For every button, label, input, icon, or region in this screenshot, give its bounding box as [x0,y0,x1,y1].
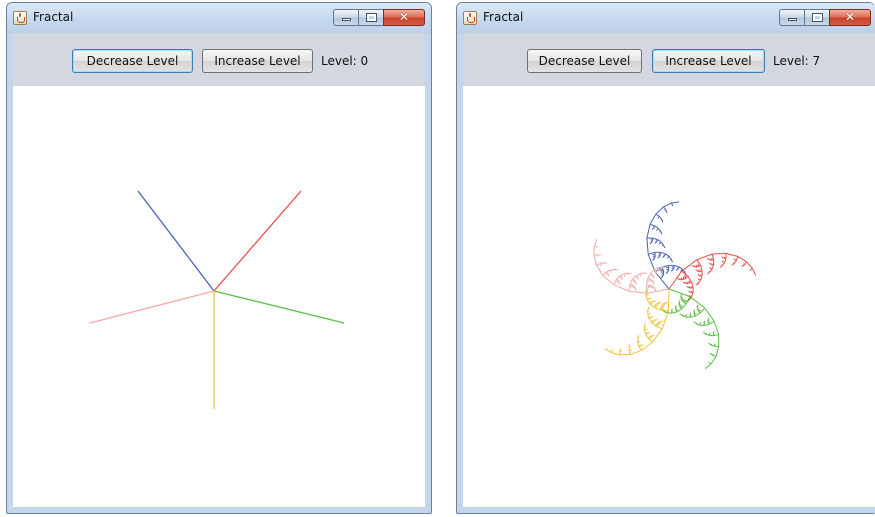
fractal-drawing [89,190,345,409]
fractal-canvas [13,86,425,507]
close-button[interactable]: ✕ [829,9,871,26]
minimize-button[interactable] [333,9,359,26]
level-label: Level: 7 [773,54,821,68]
fractal-branch-2 [213,190,302,292]
maximize-button[interactable] [358,9,384,26]
java-cup-icon [463,11,477,25]
fractal-branch-3 [661,288,720,370]
fractal-window-level-7: Fractal ✕ Decrease Level Increase Level … [456,2,875,514]
fractal-drawing [593,201,757,370]
close-icon: ✕ [844,10,856,24]
title-bar[interactable]: Fractal ✕ [7,3,431,33]
fractal-canvas [463,86,875,507]
fractal-branch-3 [213,290,345,324]
decrease-level-button[interactable]: Decrease Level [527,49,642,73]
decrease-level-button[interactable]: Decrease Level [72,49,193,73]
toolbar: Decrease Level Increase Level Level: 7 [463,33,875,86]
increase-level-button[interactable]: Increase Level [202,49,313,73]
close-icon: ✕ [398,10,410,24]
level-label: Level: 0 [321,54,369,68]
toolbar: Decrease Level Increase Level Level: 0 [13,33,425,86]
fractal-window-level-0: Fractal ✕ Decrease Level Increase Level … [6,2,432,514]
title-bar[interactable]: Fractal ✕ [457,3,875,33]
fractal-branch-5 [89,290,215,324]
close-button[interactable]: ✕ [383,9,425,26]
fractal-branch-1 [137,190,215,292]
maximize-icon [812,13,823,22]
window-title: Fractal [33,10,74,24]
window-title: Fractal [483,10,524,24]
fractal-branch-5 [593,239,670,294]
fractal-branch-4 [604,288,670,356]
maximize-button[interactable] [804,9,830,26]
maximize-icon [366,13,377,22]
window-controls: ✕ [779,9,871,26]
minimize-button[interactable] [779,9,805,26]
increase-level-button[interactable]: Increase Level [652,49,765,73]
window-controls: ✕ [333,9,425,26]
java-cup-icon [13,11,27,25]
minimize-icon [788,18,797,21]
minimize-icon [342,18,351,21]
